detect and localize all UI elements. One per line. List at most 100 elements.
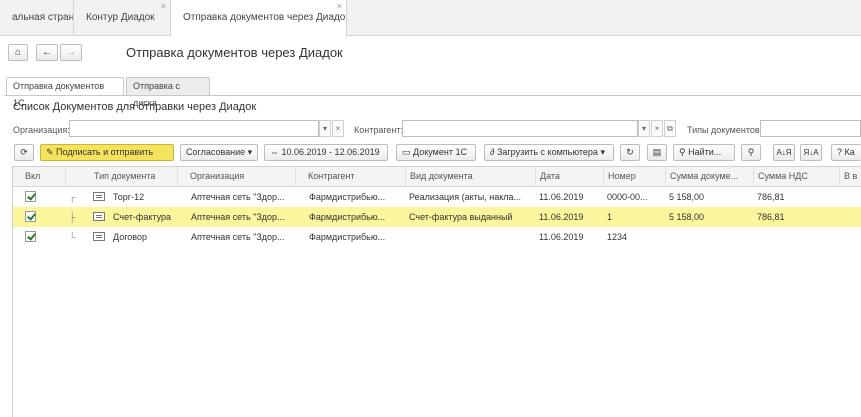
contractor-clear-icon[interactable]: × [651, 120, 663, 137]
tab-send-1c-documents[interactable]: Отправка документов 1С [6, 77, 124, 108]
cell-vat: 786,81 [757, 192, 785, 202]
tree-connector: ┌ [69, 192, 76, 202]
sync-icon: ↻ [626, 147, 634, 157]
button-label: Согласование [186, 147, 246, 157]
header-sum[interactable]: Сумма докуме... [665, 167, 753, 187]
sort-ascending-icon: А↓Я [776, 148, 792, 157]
doc-types-field[interactable] [760, 120, 861, 137]
documents-table[interactable]: Вкл Тип документа Организация Контрагент… [12, 166, 861, 417]
print-icon: ▤ [652, 147, 662, 157]
button-label: Загрузить с компьютера [496, 147, 598, 157]
header-date[interactable]: Дата [535, 167, 603, 187]
cell-doc-kind: Счет-фактура выданный [409, 212, 513, 222]
header-enabled[interactable]: Вкл [13, 167, 65, 187]
page-title: Отправка документов через Диадок [126, 45, 343, 60]
sign-icon: ✎ [46, 147, 57, 157]
tab-send-documents[interactable]: Отправка документов через Диадок × [171, 0, 347, 37]
sign-and-send-button[interactable]: ✎ Подписать и отправить [40, 144, 174, 161]
header-extra[interactable]: В в [839, 167, 861, 187]
approval-button[interactable]: Согласование ▾ [180, 144, 258, 161]
cell-number: 1 [607, 212, 613, 222]
cancel-search-button[interactable]: ⚲ [741, 144, 761, 161]
header-doc-type[interactable]: Тип документа [65, 167, 177, 187]
more-button[interactable]: ? Ка [831, 144, 861, 161]
period-icon: ⇔ [270, 147, 282, 157]
cell-sum: 5 158,00 [669, 212, 705, 222]
organization-label: Организация: [13, 125, 70, 135]
tab-label: Отправка документов через Диадок [183, 12, 347, 23]
sort-ascending-button[interactable]: А↓Я [773, 144, 795, 161]
arrow-left-icon: ← [42, 47, 52, 58]
print-button[interactable]: ▤ [647, 144, 667, 161]
organization-field[interactable] [69, 120, 319, 137]
document-icon [93, 192, 105, 201]
contractor-field[interactable] [402, 120, 638, 137]
document-1c-button[interactable]: ▭ Документ 1С [396, 144, 476, 161]
tab-label: альная страница [12, 12, 74, 23]
cell-sum: 5 158,00 [669, 192, 705, 202]
include-checkbox[interactable] [25, 211, 36, 222]
tree-connector: └ [69, 232, 76, 242]
search-icon: ⚲ [679, 147, 689, 157]
cell-doc-type: Счет-фактура [113, 212, 171, 222]
button-label: 10.06.2019 - 12.06.2019 [281, 147, 380, 157]
cell-doc-type: Договор [113, 232, 147, 242]
organization-clear-icon[interactable]: × [332, 120, 344, 137]
cell-date: 11.06.2019 [539, 232, 584, 242]
cell-sum [665, 227, 753, 247]
contractor-open-icon[interactable]: ⧉ [664, 120, 676, 137]
contractor-label: Контрагент: [354, 125, 404, 135]
close-icon[interactable]: × [337, 0, 342, 24]
back-button[interactable]: ← [36, 44, 58, 61]
tab-label: Контур Диадок [86, 12, 155, 23]
header-doc-kind[interactable]: Вид документа [405, 167, 535, 187]
include-checkbox[interactable] [25, 191, 36, 202]
cell-doc-kind: Реализация (акты, накла... [409, 192, 521, 202]
include-checkbox[interactable] [25, 231, 36, 242]
close-icon[interactable]: × [161, 0, 166, 24]
search-clear-icon: ⚲ [747, 147, 755, 157]
list-icon: ⟳ [20, 147, 28, 157]
button-label: Найти... [688, 147, 722, 157]
tree-connector: ├ [69, 212, 76, 222]
table-row-selected[interactable]: ├ Счет-фактура Аптечная сеть "Здор... Фа… [13, 207, 861, 227]
cell-doc-type: Торг-12 [113, 192, 145, 202]
tab-home-page[interactable]: альная страница [0, 0, 74, 36]
header-contractor[interactable]: Контрагент [295, 167, 405, 187]
refresh-list-button[interactable]: ⟳ [14, 144, 34, 161]
tab-panel-divider [4, 95, 861, 96]
header-organization[interactable]: Организация [177, 167, 295, 187]
chevron-down-icon: ▾ [600, 147, 605, 157]
tab-kontur-diadoc[interactable]: Контур Диадок × [74, 0, 171, 36]
cell-date: 11.06.2019 [539, 212, 584, 222]
cell-number: 0000-00... [607, 192, 648, 202]
table-row[interactable]: ┌ Торг-12 Аптечная сеть "Здор... Фармдис… [13, 187, 861, 207]
cell-contractor: Фармдистрибью... [309, 212, 386, 222]
document-icon: ▭ [402, 147, 414, 157]
paperclip-icon: ∂ [490, 147, 497, 157]
upload-from-computer-button[interactable]: ∂ Загрузить с компьютера ▾ [484, 144, 614, 161]
cell-contractor: Фармдистрибью... [309, 232, 386, 242]
header-vat[interactable]: Сумма НДС [753, 167, 839, 187]
sync-button[interactable]: ↻ [620, 144, 640, 161]
home-button[interactable]: ⌂ [8, 44, 28, 61]
chevron-down-icon: ▾ [247, 147, 253, 157]
cell-organization: Аптечная сеть "Здор... [191, 232, 285, 242]
document-icon [93, 232, 105, 241]
cell-organization: Аптечная сеть "Здор... [191, 212, 285, 222]
cell-vat [753, 227, 839, 247]
header-number[interactable]: Номер [603, 167, 665, 187]
sort-descending-button[interactable]: Я↓А [800, 144, 822, 161]
find-button[interactable]: ⚲ Найти... [673, 144, 735, 161]
organization-dropdown-icon[interactable]: ▾ [319, 120, 331, 137]
table-header: Вкл Тип документа Организация Контрагент… [13, 167, 861, 187]
tab-send-from-disk[interactable]: Отправка с диска [126, 77, 210, 108]
home-icon: ⌂ [14, 47, 22, 58]
cell-contractor: Фармдистрибью... [309, 192, 386, 202]
help-icon: ? [837, 147, 845, 157]
forward-button[interactable]: → [60, 44, 82, 61]
contractor-dropdown-icon[interactable]: ▾ [638, 120, 650, 137]
cell-doc-kind [405, 227, 535, 247]
table-row[interactable]: └ Договор Аптечная сеть "Здор... Фармдис… [13, 227, 861, 247]
period-button[interactable]: ⇔ 10.06.2019 - 12.06.2019 [264, 144, 388, 161]
